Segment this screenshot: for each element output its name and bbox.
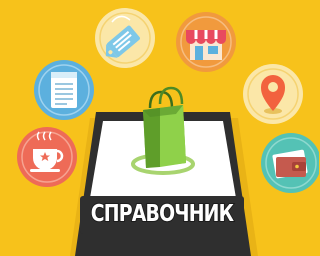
- map-pin-icon: [243, 64, 303, 124]
- coffee-cup-icon: [17, 127, 77, 187]
- directory-illustration: СПРАВОЧНИК: [0, 0, 319, 256]
- price-tag-icon: [95, 8, 155, 68]
- storefront-icon: [176, 12, 236, 72]
- wallet-icon: [261, 133, 319, 193]
- document-icon: [34, 60, 94, 120]
- sign-label: СПРАВОЧНИК: [90, 200, 235, 228]
